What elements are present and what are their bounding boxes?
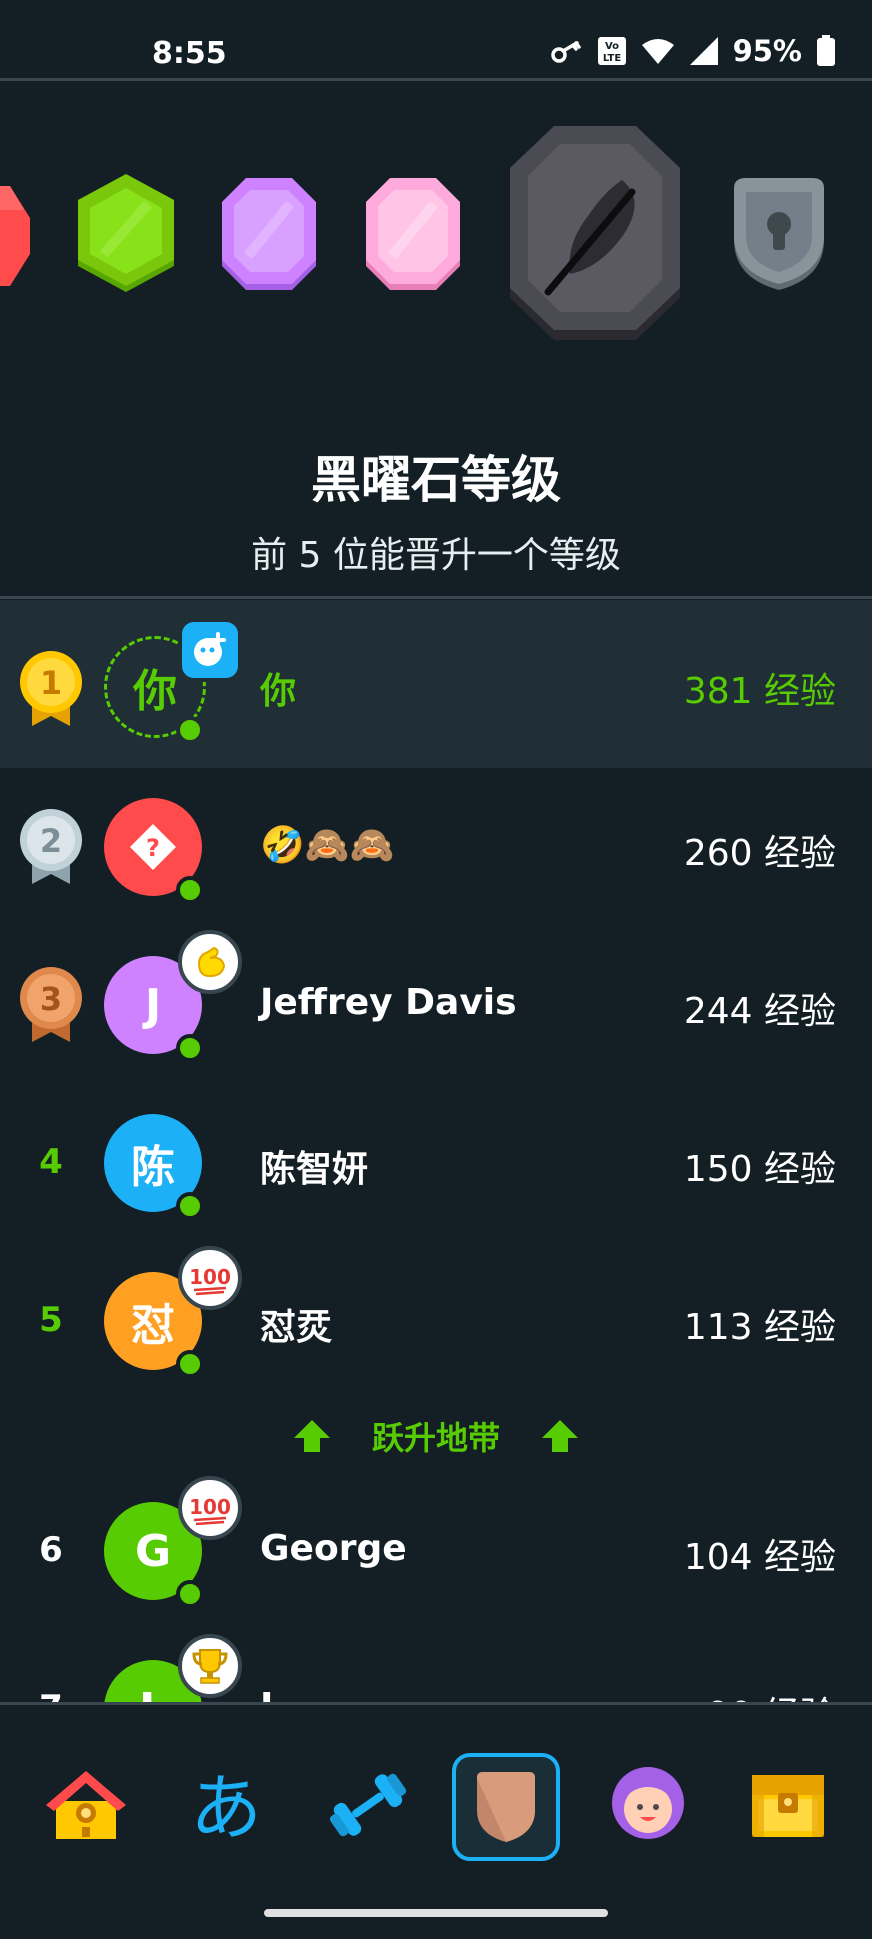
player-name: Jeffrey Davis <box>260 982 517 1023</box>
nav-profile[interactable] <box>596 1753 700 1857</box>
player-name: 🤣🙈🙈 <box>260 825 395 866</box>
header-divider <box>0 78 872 81</box>
wifi-icon <box>641 37 675 65</box>
league-header: 黑曜石等级 前 5 位能晋升一个等级 6 天 <box>0 82 872 638</box>
svg-text:100: 100 <box>189 1265 231 1289</box>
list-divider <box>0 596 872 599</box>
nav-home[interactable] <box>34 1753 138 1857</box>
leaderboard-row[interactable]: 4 陈 陈智妍 150 经验 <box>0 1084 872 1242</box>
player-xp: 381 经验 <box>683 671 836 712</box>
locked-league-badge-icon <box>734 178 824 290</box>
online-indicator <box>176 1580 204 1608</box>
up-arrow-icon <box>542 1420 578 1452</box>
up-arrow-icon <box>293 1420 330 1452</box>
flex-icon <box>178 930 242 994</box>
online-indicator <box>176 1192 204 1220</box>
signal-icon <box>689 36 719 66</box>
player-xp: 90 经验 <box>707 1686 836 1702</box>
gold-medal-icon: 1 <box>20 651 82 726</box>
shop-icon <box>752 1775 824 1837</box>
player-xp: 113 经验 <box>683 1307 836 1348</box>
battery-icon <box>816 35 836 67</box>
add-friend-flair-icon[interactable] <box>178 618 242 682</box>
home-indicator[interactable] <box>264 1909 608 1917</box>
ruby-league-badge-icon <box>0 186 30 286</box>
trophy-icon <box>178 1634 242 1698</box>
leaderboard-row[interactable]: 6 G 100 George 104 经验 <box>0 1472 872 1630</box>
player-name: L <box>260 1686 283 1702</box>
online-indicator <box>176 716 204 744</box>
svg-text:あ: あ <box>190 1766 262 1847</box>
svg-text:Vo: Vo <box>605 41 619 52</box>
leaderboard-row[interactable]: 5 怼 100 怼烎 113 经验 <box>0 1242 872 1400</box>
battery-percent: 95% <box>732 34 802 68</box>
amethyst-league-badge-icon <box>222 178 316 290</box>
svg-text:2: 2 <box>40 822 62 860</box>
characters-icon: あ <box>190 1766 262 1847</box>
league-badges-carousel[interactable] <box>0 82 872 382</box>
svg-text:1: 1 <box>40 664 62 702</box>
bottom-navigation: あ <box>0 1702 872 1939</box>
status-icons: Vo LTE 95% <box>550 34 836 68</box>
player-xp: 150 经验 <box>683 1149 836 1190</box>
volte-icon: Vo LTE <box>597 36 627 66</box>
online-indicator <box>176 876 204 904</box>
nav-leaderboard[interactable] <box>452 1753 560 1861</box>
player-name: 怼烎 <box>260 1307 333 1348</box>
hundred-points-icon: 100 <box>178 1246 242 1310</box>
practice-icon <box>329 1773 407 1837</box>
key-icon <box>550 39 583 63</box>
online-indicator <box>176 1350 204 1378</box>
league-title: 黑曜石等级 <box>311 451 561 509</box>
silver-medal-icon: 2 <box>20 809 82 884</box>
leaderboard-list[interactable]: 1 你 你 381 经验 2 ? 🤣🙈🙈 260 经验 3 J Jeffrey … <box>0 600 872 1702</box>
pearl-league-badge-icon <box>366 178 460 290</box>
hundred-points-icon: 100 <box>178 1476 242 1540</box>
player-name: George <box>260 1528 407 1569</box>
player-xp: 260 经验 <box>683 833 836 874</box>
svg-text:?: ? <box>146 834 160 862</box>
leaderboard-row[interactable]: 3 J Jeffrey Davis 244 经验 <box>0 926 872 1084</box>
nav-characters[interactable]: あ <box>174 1753 278 1857</box>
rank-number: 5 <box>39 1300 63 1340</box>
bronze-medal-icon: 3 <box>20 967 82 1042</box>
status-time: 8:55 <box>152 36 227 71</box>
svg-text:3: 3 <box>40 980 62 1018</box>
league-subtitle: 前 5 位能晋升一个等级 <box>251 535 621 576</box>
player-name: 你 <box>260 671 297 712</box>
leaderboard-icon <box>477 1772 535 1842</box>
emerald-league-badge-icon <box>78 174 174 292</box>
rank-number: 6 <box>39 1530 63 1570</box>
promotion-zone-label: 跃升地带 <box>371 1419 500 1457</box>
promotion-zone-divider: 跃升地带 <box>0 1406 872 1466</box>
rank-number: 7 <box>36 1688 66 1702</box>
player-xp: 104 经验 <box>683 1537 836 1578</box>
leaderboard-row-me[interactable]: 1 你 你 381 经验 <box>0 600 872 768</box>
leaderboard-row[interactable]: 2 ? 🤣🙈🙈 260 经验 <box>0 768 872 926</box>
player-name: 陈智妍 <box>260 1149 369 1190</box>
leaderboard-row[interactable]: 7 L L 90 经验 <box>0 1630 872 1702</box>
svg-text:100: 100 <box>189 1495 231 1519</box>
online-indicator <box>176 1034 204 1062</box>
svg-text:LTE: LTE <box>602 53 621 64</box>
obsidian-league-badge-icon <box>510 126 680 340</box>
profile-icon <box>612 1767 684 1839</box>
home-icon <box>46 1771 126 1839</box>
status-bar: 8:55 Vo LTE 95% <box>0 0 872 80</box>
player-xp: 244 经验 <box>683 991 836 1032</box>
rank-number: 4 <box>39 1142 63 1182</box>
nav-shop[interactable] <box>736 1753 840 1857</box>
nav-practice[interactable] <box>316 1753 420 1857</box>
